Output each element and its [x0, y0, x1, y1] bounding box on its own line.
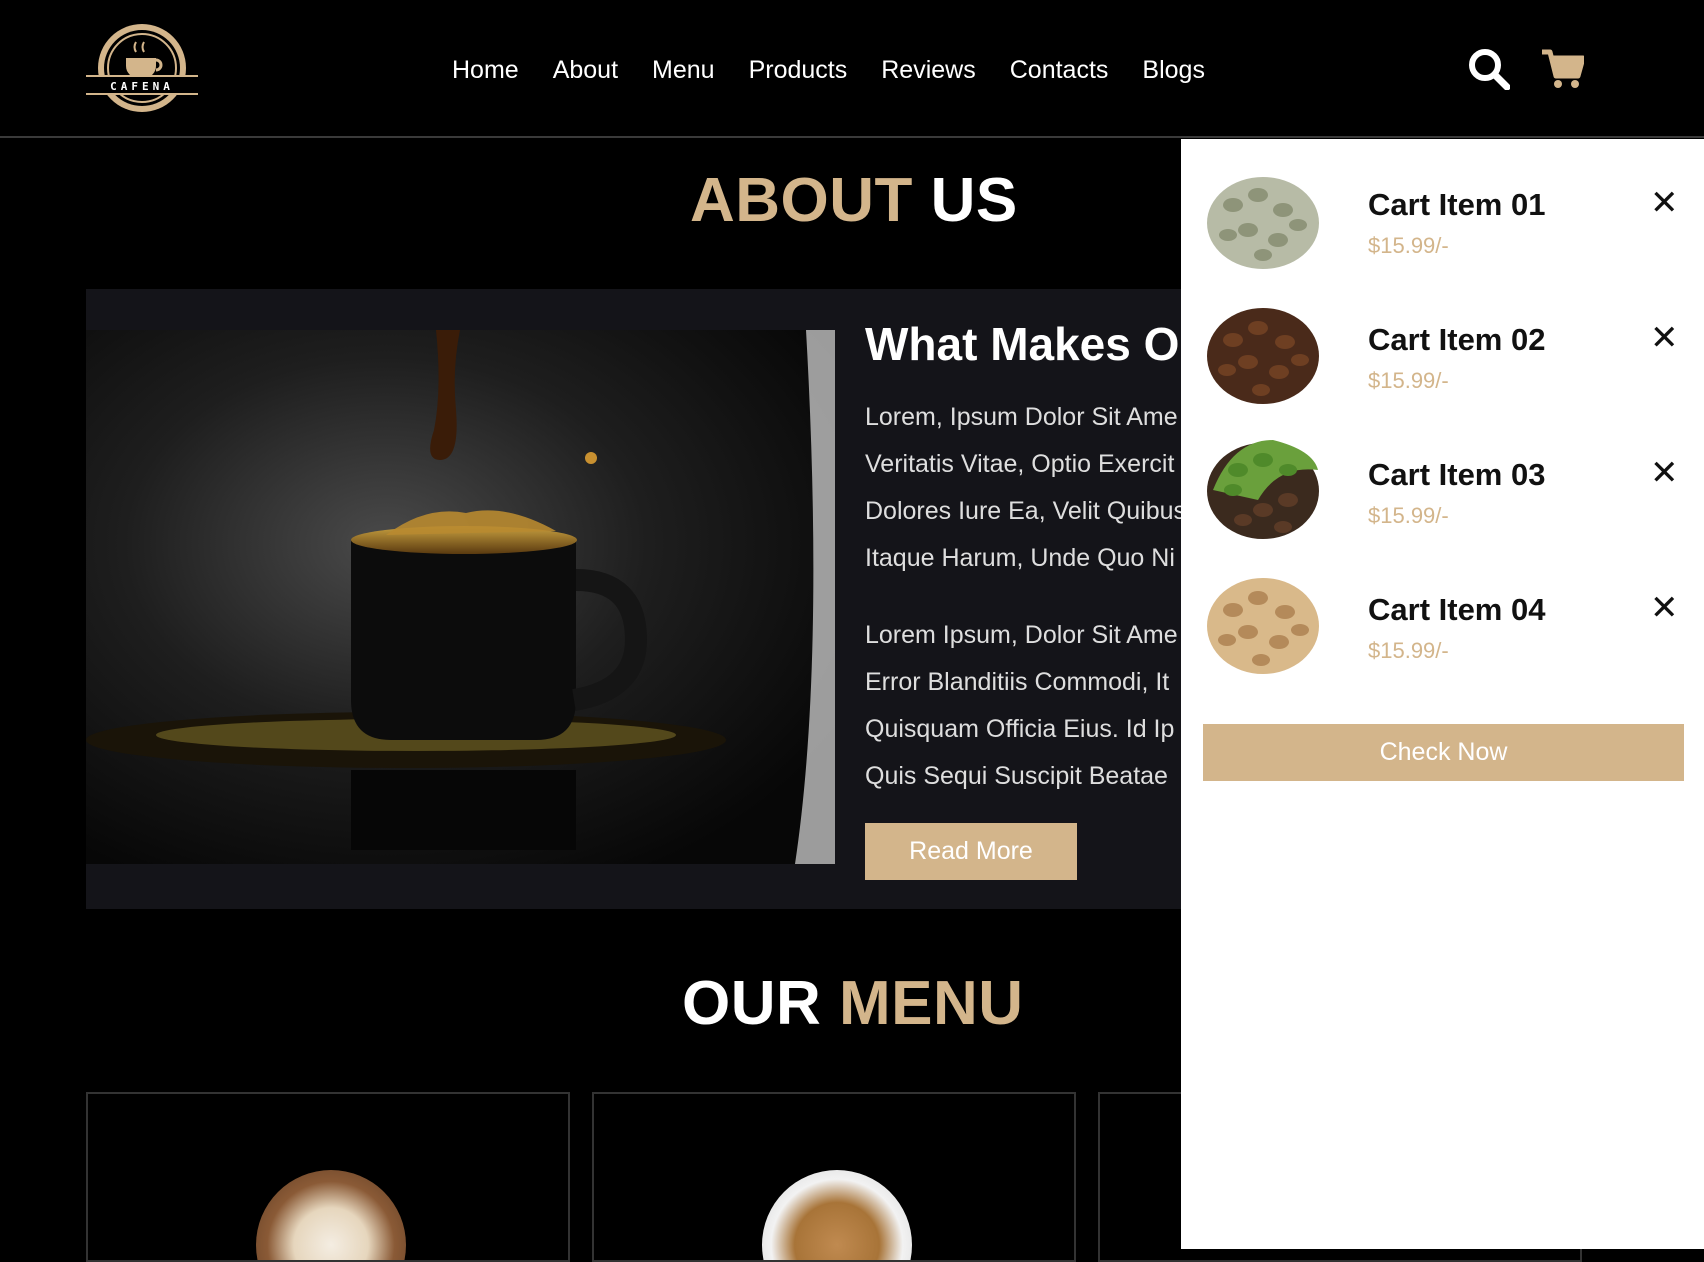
site-header: CAFENA Home About Menu Products Reviews … [0, 0, 1704, 138]
light-coffee-beans-image [1207, 578, 1319, 674]
remove-item-icon[interactable]: ✕ [1650, 453, 1679, 493]
remove-item-icon[interactable]: ✕ [1650, 588, 1679, 628]
cart-item-price: $15.99/- [1368, 638, 1449, 663]
cart-item: Cart Item 02 $15.99/- ✕ [1203, 300, 1683, 420]
search-icon[interactable] [1468, 48, 1511, 95]
nav-products[interactable]: Products [749, 52, 848, 88]
about-panel: What Makes Ou Lorem, Ipsum Dolor Sit Ame… [86, 289, 1186, 909]
about-p2-line: Error Blanditiis Commodi, It [865, 668, 1170, 697]
cart-item-price: $15.99/- [1368, 233, 1449, 258]
shopping-cart-icon[interactable] [1540, 48, 1586, 95]
cart-dropdown: Cart Item 01 $15.99/- ✕ Cart Item 02 $15… [1181, 139, 1704, 1249]
about-heading: What Makes Ou [865, 318, 1186, 370]
about-text-block: What Makes Ou Lorem, Ipsum Dolor Sit Ame… [865, 317, 1186, 830]
remove-item-icon[interactable]: ✕ [1650, 183, 1679, 223]
about-title-accent: ABOUT [690, 166, 913, 235]
about-p1-line: Veritatis Vitae, Optio Exercit [865, 450, 1175, 479]
cart-item: Cart Item 03 $15.99/- ✕ [1203, 435, 1683, 555]
nav-reviews[interactable]: Reviews [881, 52, 975, 88]
nav-blogs[interactable]: Blogs [1142, 52, 1205, 88]
logo-text: CAFENA [110, 80, 174, 93]
about-title-rest: US [930, 166, 1018, 235]
cart-item: Cart Item 04 $15.99/- ✕ [1203, 570, 1683, 690]
logo-emblem-icon: CAFENA [86, 24, 198, 112]
cafena-logo[interactable]: CAFENA [86, 20, 198, 116]
about-p1-line: Itaque Harum, Unde Quo Ni [865, 544, 1175, 573]
cart-item-name: Cart Item 03 [1368, 457, 1546, 492]
about-p2-line: Lorem Ipsum, Dolor Sit Ame [865, 621, 1178, 650]
menu-section-title: OUR MENU [682, 968, 1024, 1039]
latte-art-image [762, 1170, 912, 1260]
about-p1-line: Dolores Iure Ea, Velit Quibus [865, 497, 1186, 526]
nav-menu[interactable]: Menu [652, 52, 715, 88]
cart-item-price: $15.99/- [1368, 368, 1449, 393]
about-p2-line: Quisquam Officia Eius. Id Ip [865, 715, 1175, 744]
coffee-splash-image [86, 330, 835, 864]
cart-item-price: $15.99/- [1368, 503, 1449, 528]
cart-item-name: Cart Item 02 [1368, 322, 1546, 357]
dark-coffee-beans-image [1207, 308, 1319, 404]
menu-card[interactable] [86, 1092, 570, 1262]
menu-card[interactable] [592, 1092, 1076, 1262]
nav-about[interactable]: About [553, 52, 618, 88]
about-paragraph-2: Lorem Ipsum, Dolor Sit Ame Error Blandit… [865, 612, 1186, 800]
about-section-title: ABOUT US [690, 165, 1018, 236]
mixed-coffee-beans-image [1207, 440, 1319, 539]
main-nav: Home About Menu Products Reviews Contact… [452, 52, 1239, 88]
green-coffee-beans-image [1207, 177, 1319, 269]
menu-title-part1: OUR [682, 969, 822, 1038]
check-now-button[interactable]: Check Now [1203, 724, 1684, 781]
latte-art-image [256, 1170, 406, 1260]
nav-contacts[interactable]: Contacts [1010, 52, 1109, 88]
cart-item-name: Cart Item 04 [1368, 592, 1546, 627]
cart-item-name: Cart Item 01 [1368, 187, 1546, 222]
about-paragraph-1: Lorem, Ipsum Dolor Sit Ame Veritatis Vit… [865, 394, 1186, 582]
cart-item: Cart Item 01 $15.99/- ✕ [1203, 165, 1683, 285]
nav-home[interactable]: Home [452, 52, 519, 88]
read-more-button[interactable]: Read More [865, 823, 1077, 880]
menu-title-accent: MENU [839, 969, 1024, 1038]
about-p2-line: Quis Sequi Suscipit Beatae [865, 762, 1168, 791]
remove-item-icon[interactable]: ✕ [1650, 318, 1679, 358]
about-p1-line: Lorem, Ipsum Dolor Sit Ame [865, 403, 1178, 432]
